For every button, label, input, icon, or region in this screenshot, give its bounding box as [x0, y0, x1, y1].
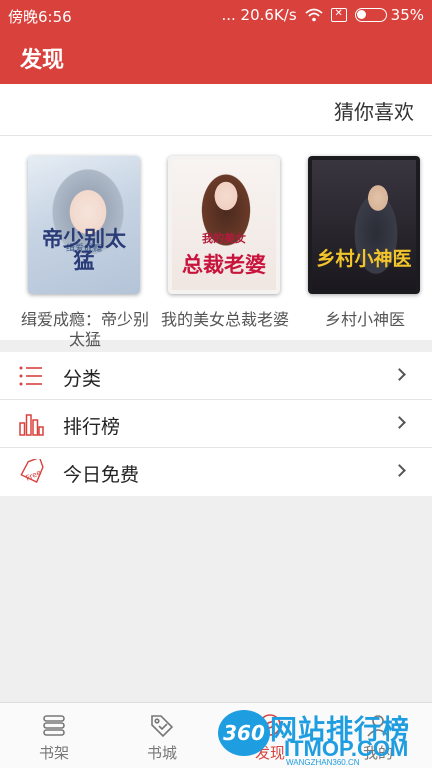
menu-item-free-today[interactable]: Free 今日免费	[0, 448, 432, 496]
recommend-title: 猜你喜欢	[334, 100, 414, 124]
page-title: 发现	[20, 48, 65, 73]
chevron-right-icon	[393, 416, 406, 429]
book-name[interactable]: 缉爱成瘾：帝少别太猛	[15, 310, 155, 350]
book-item[interactable]: 缉爱成瘾 帝少别太猛 缉爱成瘾：帝少别太猛	[21, 156, 149, 350]
book-item[interactable]: 乡村小神医 乡村小神医	[308, 156, 422, 350]
status-time: 傍晚6:56	[8, 8, 72, 26]
watermark-badge: 360	[218, 710, 270, 756]
bar-chart-icon	[18, 411, 44, 437]
app-bar: 发现	[0, 32, 432, 84]
watermark: 360 网站排行榜 ITMOP.COM WANGZHAN360.CN	[218, 706, 432, 768]
recommend-section: 猜你喜欢 缉爱成瘾 帝少别太猛 缉爱成瘾：帝少别太猛 我的美女 总裁老婆 我的美…	[0, 84, 432, 349]
tab-label: 书城	[146, 744, 177, 762]
free-tag-icon: Free	[18, 456, 44, 485]
status-right: ... 20.6K/s ✕ 35%	[221, 6, 424, 24]
tab-label: 书架	[38, 744, 69, 762]
tab-bookshelf[interactable]: 书架	[0, 703, 108, 768]
bookshelf-icon	[41, 712, 67, 738]
book-name[interactable]: 乡村小神医	[295, 310, 432, 350]
tab-bookstore[interactable]: 书城	[108, 703, 216, 768]
cover-subtitle: 我的美女	[202, 232, 246, 245]
wifi-icon	[305, 8, 323, 22]
status-bar: 傍晚6:56 ... 20.6K/s ✕ 35%	[0, 0, 432, 32]
cover-title: 总裁老婆	[182, 253, 266, 277]
battery-percent: 35%	[390, 6, 424, 24]
battery: 35%	[354, 6, 424, 24]
book-item[interactable]: 我的美女 总裁老婆 我的美女总裁老婆	[161, 156, 289, 350]
book-name[interactable]: 我的美女总裁老婆	[155, 310, 295, 350]
menu-label: 排行榜	[63, 416, 121, 438]
recommend-header: 猜你喜欢	[0, 84, 432, 136]
discover-menu: 分类 排行榜 Free 今日免费	[0, 352, 432, 496]
list-icon	[18, 363, 44, 389]
battery-fill	[356, 10, 366, 19]
watermark-url: WANGZHAN360.CN	[286, 758, 360, 767]
menu-item-category[interactable]: 分类	[0, 352, 432, 400]
tag-icon	[149, 712, 175, 738]
cover-title: 乡村小神医	[316, 248, 412, 270]
book-cover[interactable]: 我的美女 总裁老婆	[168, 156, 280, 294]
cover-title: 帝少别太猛	[42, 227, 126, 273]
chevron-right-icon	[393, 368, 406, 381]
cover-art	[312, 160, 416, 290]
menu-label: 今日免费	[63, 464, 140, 486]
no-sim-icon: ✕	[330, 8, 347, 22]
chevron-right-icon	[393, 464, 406, 477]
book-cover[interactable]: 缉爱成瘾 帝少别太猛	[28, 156, 140, 294]
book-cover[interactable]: 乡村小神医	[308, 156, 420, 294]
menu-label: 分类	[63, 368, 102, 390]
network-speed: ... 20.6K/s	[221, 6, 297, 24]
menu-item-ranking[interactable]: 排行榜	[0, 400, 432, 448]
battery-icon	[354, 8, 387, 22]
